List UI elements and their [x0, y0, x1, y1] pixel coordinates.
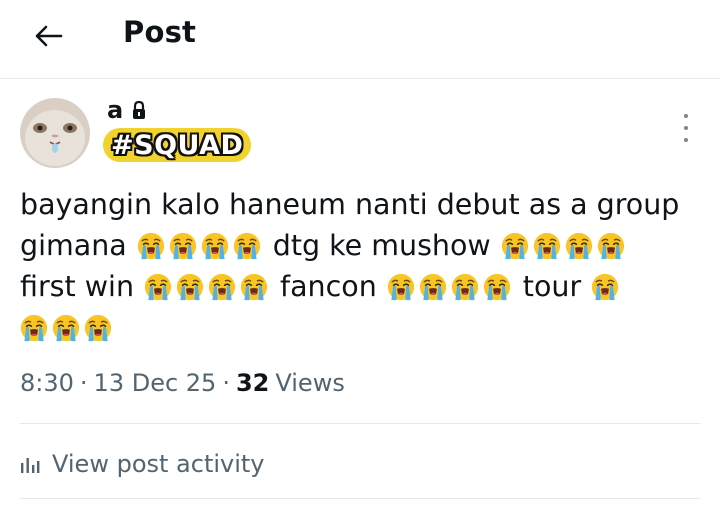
post-line: gimana dtg ke mushow: [20, 225, 710, 266]
view-post-activity-button[interactable]: View post activity: [20, 446, 265, 482]
crying-face-icon: [565, 232, 593, 260]
crying-face-icon: [233, 232, 261, 260]
crying-face-icon: [144, 273, 172, 301]
post-meta: 8:30 · 13 Dec 25 · 32 Views: [20, 369, 345, 397]
post-text-segment: bayangin kalo haneum nanti debut as a gr…: [20, 188, 680, 221]
crying-face-icon: [387, 273, 415, 301]
more-dot: [684, 138, 688, 142]
author-display-name[interactable]: a: [107, 96, 123, 124]
crying-face-icon: [591, 273, 619, 301]
post-text-segment: tour: [522, 270, 582, 303]
back-button[interactable]: [28, 20, 68, 52]
crying-face-icon: [201, 232, 229, 260]
crying-face-icon: [419, 273, 447, 301]
post-text: bayangin kalo haneum nanti debut as a gr…: [20, 184, 710, 348]
crying-face-icon: [240, 273, 268, 301]
separator: ·: [222, 369, 230, 397]
more-options-button[interactable]: [678, 114, 694, 142]
crying-face-icon: [208, 273, 236, 301]
crying-face-icon: [501, 232, 529, 260]
squad-badge: #SQUAD: [103, 128, 252, 162]
post-text-segment: dtg ke mushow: [272, 229, 491, 262]
divider: [20, 498, 700, 499]
view-post-activity-label: View post activity: [52, 450, 265, 478]
crying-face-icon: [483, 273, 511, 301]
more-dot: [684, 114, 688, 118]
post-text-segment: first win: [20, 270, 135, 303]
crying-face-icon: [597, 232, 625, 260]
author-name-row: a: [107, 96, 147, 124]
separator: ·: [79, 369, 88, 397]
crying-face-icon: [533, 232, 561, 260]
bar-chart-icon: [21, 458, 40, 473]
page-title: Post: [123, 15, 197, 49]
crying-face-icon: [176, 273, 204, 301]
lock-icon: [133, 100, 146, 119]
crying-face-icon: [451, 273, 479, 301]
views-count: 32: [235, 369, 270, 397]
post-date[interactable]: 13 Dec 25: [94, 369, 217, 397]
divider: [20, 423, 700, 424]
more-dot: [684, 126, 688, 130]
crying-face-icon: [169, 232, 197, 260]
crying-face-icon: [20, 314, 48, 342]
post-line: bayangin kalo haneum nanti debut as a gr…: [20, 184, 710, 225]
post-line: [20, 307, 710, 348]
avatar[interactable]: [20, 98, 90, 168]
squad-badge-text: #SQUAD: [111, 129, 244, 161]
post-text-segment: fancon: [280, 270, 377, 303]
top-bar: Post: [0, 0, 720, 79]
post-text-segment: gimana: [20, 229, 127, 262]
post-time[interactable]: 8:30: [20, 369, 74, 397]
crying-face-icon: [52, 314, 80, 342]
arrow-left-icon: [35, 25, 63, 47]
crying-face-icon: [137, 232, 165, 260]
views-label: Views: [275, 369, 345, 397]
crying-face-icon: [84, 314, 112, 342]
post-line: first win fancon tour: [20, 266, 710, 307]
